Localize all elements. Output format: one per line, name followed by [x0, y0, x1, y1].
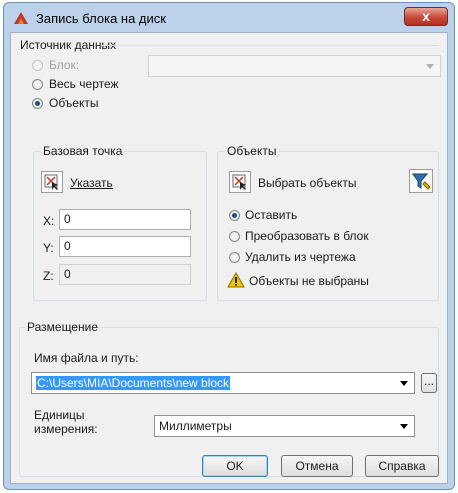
keep-radio[interactable]	[229, 210, 240, 221]
pick-point-button[interactable]	[41, 171, 63, 193]
file-path-combo[interactable]: C:\Users\MIA\Documents\new block	[31, 372, 415, 394]
select-objects-button[interactable]	[229, 171, 251, 193]
title-bar[interactable]: Запись блока на диск x	[4, 3, 454, 33]
units-dropdown[interactable]: Миллиметры	[154, 415, 415, 437]
y-label: Y:	[43, 241, 54, 255]
chevron-down-icon	[400, 381, 408, 386]
delete-from-drawing-radio[interactable]	[229, 252, 240, 263]
units-label-line1: Единицы	[34, 408, 85, 422]
objects-radio-label: Объекты	[49, 96, 99, 110]
destination-title: Размещение	[25, 320, 100, 334]
block-radio[interactable]	[32, 60, 43, 71]
window-title: Запись блока на диск	[36, 11, 166, 26]
close-button[interactable]: x	[404, 7, 448, 26]
warning-text: Объекты не выбраны	[249, 274, 369, 288]
quick-select-button[interactable]	[409, 169, 433, 193]
block-dropdown[interactable]	[148, 55, 441, 77]
objects-radio[interactable]	[32, 98, 43, 109]
whole-drawing-radio[interactable]	[32, 79, 43, 90]
keep-label: Оставить	[245, 208, 298, 222]
base-point-title: Базовая точка	[41, 144, 125, 158]
select-objects-icon	[232, 174, 246, 190]
objects-group-title: Объекты	[225, 144, 279, 158]
delete-from-drawing-label: Удалить из чертежа	[245, 250, 356, 264]
select-objects-label[interactable]: Выбрать объекты	[258, 176, 357, 190]
z-label: Z:	[43, 269, 54, 283]
units-label-line2: измерения:	[34, 422, 98, 436]
warning-icon	[227, 272, 245, 288]
pick-point-label[interactable]: Указать	[70, 176, 113, 190]
y-coordinate-input[interactable]: 0	[59, 236, 191, 257]
pick-point-icon	[44, 174, 58, 190]
convert-to-block-radio[interactable]	[229, 231, 240, 242]
file-path-value[interactable]: C:\Users\MIA\Documents\new block	[36, 376, 231, 390]
quick-select-filter-icon	[412, 173, 431, 190]
units-value: Миллиметры	[159, 419, 232, 433]
file-path-label: Имя файла и путь:	[34, 351, 139, 365]
whole-drawing-label: Весь чертеж	[49, 77, 119, 91]
ok-button[interactable]: OK	[202, 455, 268, 477]
x-label: X:	[43, 214, 55, 228]
cancel-button[interactable]: Отмена	[281, 455, 353, 477]
dialog-client-area: Источник данных Блок: Весь чертеж Объект…	[10, 32, 448, 484]
browse-button[interactable]: ...	[421, 373, 437, 393]
z-coordinate-input[interactable]: 0	[59, 264, 191, 285]
convert-to-block-label: Преобразовать в блок	[245, 229, 369, 243]
x-coordinate-input[interactable]: 0	[59, 209, 191, 230]
help-button[interactable]: Справка	[365, 455, 439, 477]
chevron-down-icon	[426, 64, 434, 69]
dialog-window: Запись блока на диск x Источник данных Б…	[3, 2, 455, 490]
chevron-down-icon	[400, 424, 408, 429]
autocad-app-icon	[14, 12, 28, 24]
source-divider	[101, 45, 439, 46]
block-radio-label: Блок:	[49, 58, 80, 72]
